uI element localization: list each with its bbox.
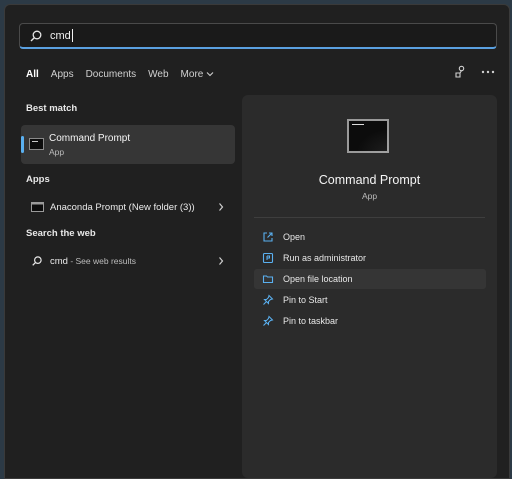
- pin-icon: [262, 294, 274, 306]
- action-pin-to-taskbar[interactable]: Pin to taskbar: [254, 311, 486, 331]
- action-run-as-administrator[interactable]: Run as administrator: [254, 248, 486, 268]
- action-open-file-location[interactable]: Open file location: [254, 269, 486, 289]
- chevron-down-icon: [206, 70, 214, 78]
- more-options-icon[interactable]: [481, 64, 495, 80]
- tab-web[interactable]: Web: [148, 69, 168, 80]
- details-subtitle: App: [361, 191, 378, 201]
- open-external-icon: [262, 231, 274, 243]
- best-match-heading: Best match: [26, 103, 78, 114]
- search-icon: [29, 29, 43, 43]
- tab-all[interactable]: All: [26, 69, 39, 80]
- action-open[interactable]: Open: [254, 227, 486, 247]
- share-icon[interactable]: [453, 64, 467, 80]
- details-panel: Command Prompt App Open Run as administr…: [242, 95, 497, 478]
- search-web-heading: Search the web: [26, 228, 96, 239]
- details-title: Command Prompt: [318, 173, 421, 187]
- start-search-window: cmd All Apps Documents Web More Best mat…: [4, 4, 510, 479]
- apps-heading: Apps: [26, 174, 50, 185]
- search-box[interactable]: cmd: [19, 23, 497, 49]
- divider: [254, 217, 485, 218]
- action-label: Pin to taskbar: [283, 316, 339, 326]
- action-label: Run as administrator: [283, 253, 367, 263]
- web-result-cmd[interactable]: cmd - See web results: [21, 250, 235, 272]
- best-match-name: Command Prompt: [49, 133, 131, 144]
- web-query: cmd: [50, 255, 68, 267]
- action-label: Open file location: [283, 274, 353, 284]
- action-label: Pin to Start: [283, 295, 328, 305]
- terminal-icon: [31, 202, 44, 212]
- search-icon: [31, 256, 44, 266]
- tab-apps[interactable]: Apps: [51, 69, 74, 80]
- app-result-label: Anaconda Prompt (New folder (3)): [50, 201, 195, 213]
- action-pin-to-start[interactable]: Pin to Start: [254, 290, 486, 310]
- command-prompt-icon: [347, 119, 389, 153]
- best-match-result[interactable]: Command Prompt App: [21, 125, 235, 164]
- web-result-text: cmd - See web results: [50, 256, 217, 267]
- best-match-type: App: [49, 147, 65, 157]
- action-label: Open: [283, 232, 306, 242]
- text-caret: [71, 29, 73, 42]
- tab-documents[interactable]: Documents: [86, 69, 137, 80]
- admin-shield-icon: [262, 252, 274, 264]
- command-prompt-icon: [29, 138, 44, 150]
- folder-icon: [262, 273, 274, 285]
- app-result-anaconda[interactable]: Anaconda Prompt (New folder (3)): [21, 196, 235, 218]
- tab-more[interactable]: More: [181, 69, 215, 80]
- web-suffix: - See web results: [67, 255, 136, 266]
- top-right-toolbar: [453, 64, 495, 80]
- tab-more-label: More: [180, 68, 204, 80]
- search-input[interactable]: cmd: [50, 30, 71, 42]
- chevron-right-icon[interactable]: [217, 202, 225, 212]
- selection-indicator: [21, 136, 24, 153]
- chevron-right-icon[interactable]: [217, 256, 225, 266]
- filter-tabs: All Apps Documents Web More: [26, 67, 226, 81]
- pin-icon: [262, 315, 274, 327]
